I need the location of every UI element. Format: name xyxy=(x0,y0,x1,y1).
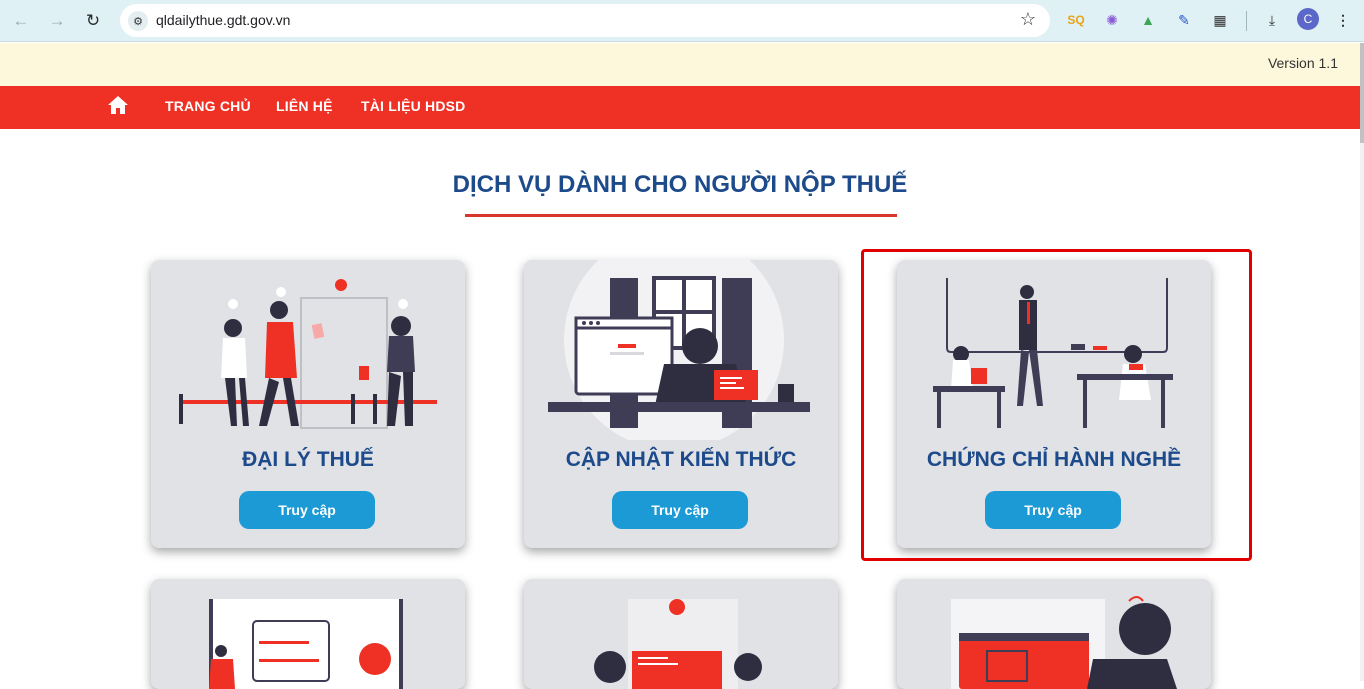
access-button[interactable]: Truy cập xyxy=(239,491,375,529)
bookmark-star-icon[interactable]: ☆ xyxy=(1020,9,1036,30)
extension-gear-icon[interactable]: ✺ xyxy=(1101,9,1123,31)
version-label: Version 1.1 xyxy=(1267,55,1338,71)
card-title: CẬP NHẬT KIẾN THỨC xyxy=(565,448,797,471)
selection-highlight xyxy=(861,249,1252,561)
service-card-tax-agent: ĐẠI LÝ THUẾ Truy cập xyxy=(151,260,465,548)
menu-kebab-icon[interactable]: ⋮ xyxy=(1332,9,1354,31)
service-card-row2-2 xyxy=(524,579,838,689)
reload-icon[interactable]: ↻ xyxy=(80,8,106,34)
access-button[interactable]: Truy cập xyxy=(612,491,748,529)
url-text[interactable]: qldailythue.gdt.gov.vn xyxy=(156,12,290,28)
scrollbar-thumb[interactable] xyxy=(1360,43,1364,143)
home-icon[interactable] xyxy=(107,95,129,115)
document-illustration xyxy=(209,599,403,689)
team-illustration xyxy=(594,599,762,689)
title-underline xyxy=(465,214,897,217)
browser-toolbar: ← → ↻ ⚙ qldailythue.gdt.gov.vn ☆ SQ ✺ ▲ … xyxy=(0,0,1364,42)
computer-worker-illustration xyxy=(548,260,810,440)
extensions-puzzle-icon[interactable]: ▦ xyxy=(1209,9,1231,31)
nav-item-user-guide[interactable]: TÀI LIỆU HDSD xyxy=(361,98,466,114)
back-icon[interactable]: ← xyxy=(8,8,34,34)
extension-pen-icon[interactable]: ✎ xyxy=(1173,9,1195,31)
service-card-row2-1 xyxy=(151,579,465,689)
extension-android-icon[interactable]: ▲ xyxy=(1137,9,1159,31)
profile-avatar[interactable]: C xyxy=(1297,8,1319,30)
presentation-illustration xyxy=(951,596,1177,689)
download-icon[interactable]: ⤓ xyxy=(1261,9,1283,31)
site-info-icon[interactable]: ⚙ xyxy=(128,11,148,31)
version-bar: Version 1.1 xyxy=(0,43,1360,86)
service-card-row2-3 xyxy=(897,579,1211,689)
queue-illustration xyxy=(179,279,437,429)
toolbar-divider xyxy=(1246,11,1247,31)
service-card-knowledge-update: CẬP NHẬT KIẾN THỨC Truy cập xyxy=(524,260,838,548)
nav-item-home[interactable]: TRANG CHỦ xyxy=(165,98,251,114)
nav-item-contact[interactable]: LIÊN HỆ xyxy=(276,98,333,114)
extension-sq-icon[interactable]: SQ xyxy=(1065,9,1087,31)
page-title: DỊCH VỤ DÀNH CHO NGƯỜI NỘP THUẾ xyxy=(452,171,908,198)
forward-icon[interactable]: → xyxy=(44,8,70,34)
address-bar[interactable]: ⚙ qldailythue.gdt.gov.vn ☆ xyxy=(120,4,1050,37)
card-title: ĐẠI LÝ THUẾ xyxy=(242,448,374,471)
main-nav: TRANG CHỦ LIÊN HỆ TÀI LIỆU HDSD xyxy=(0,86,1360,129)
